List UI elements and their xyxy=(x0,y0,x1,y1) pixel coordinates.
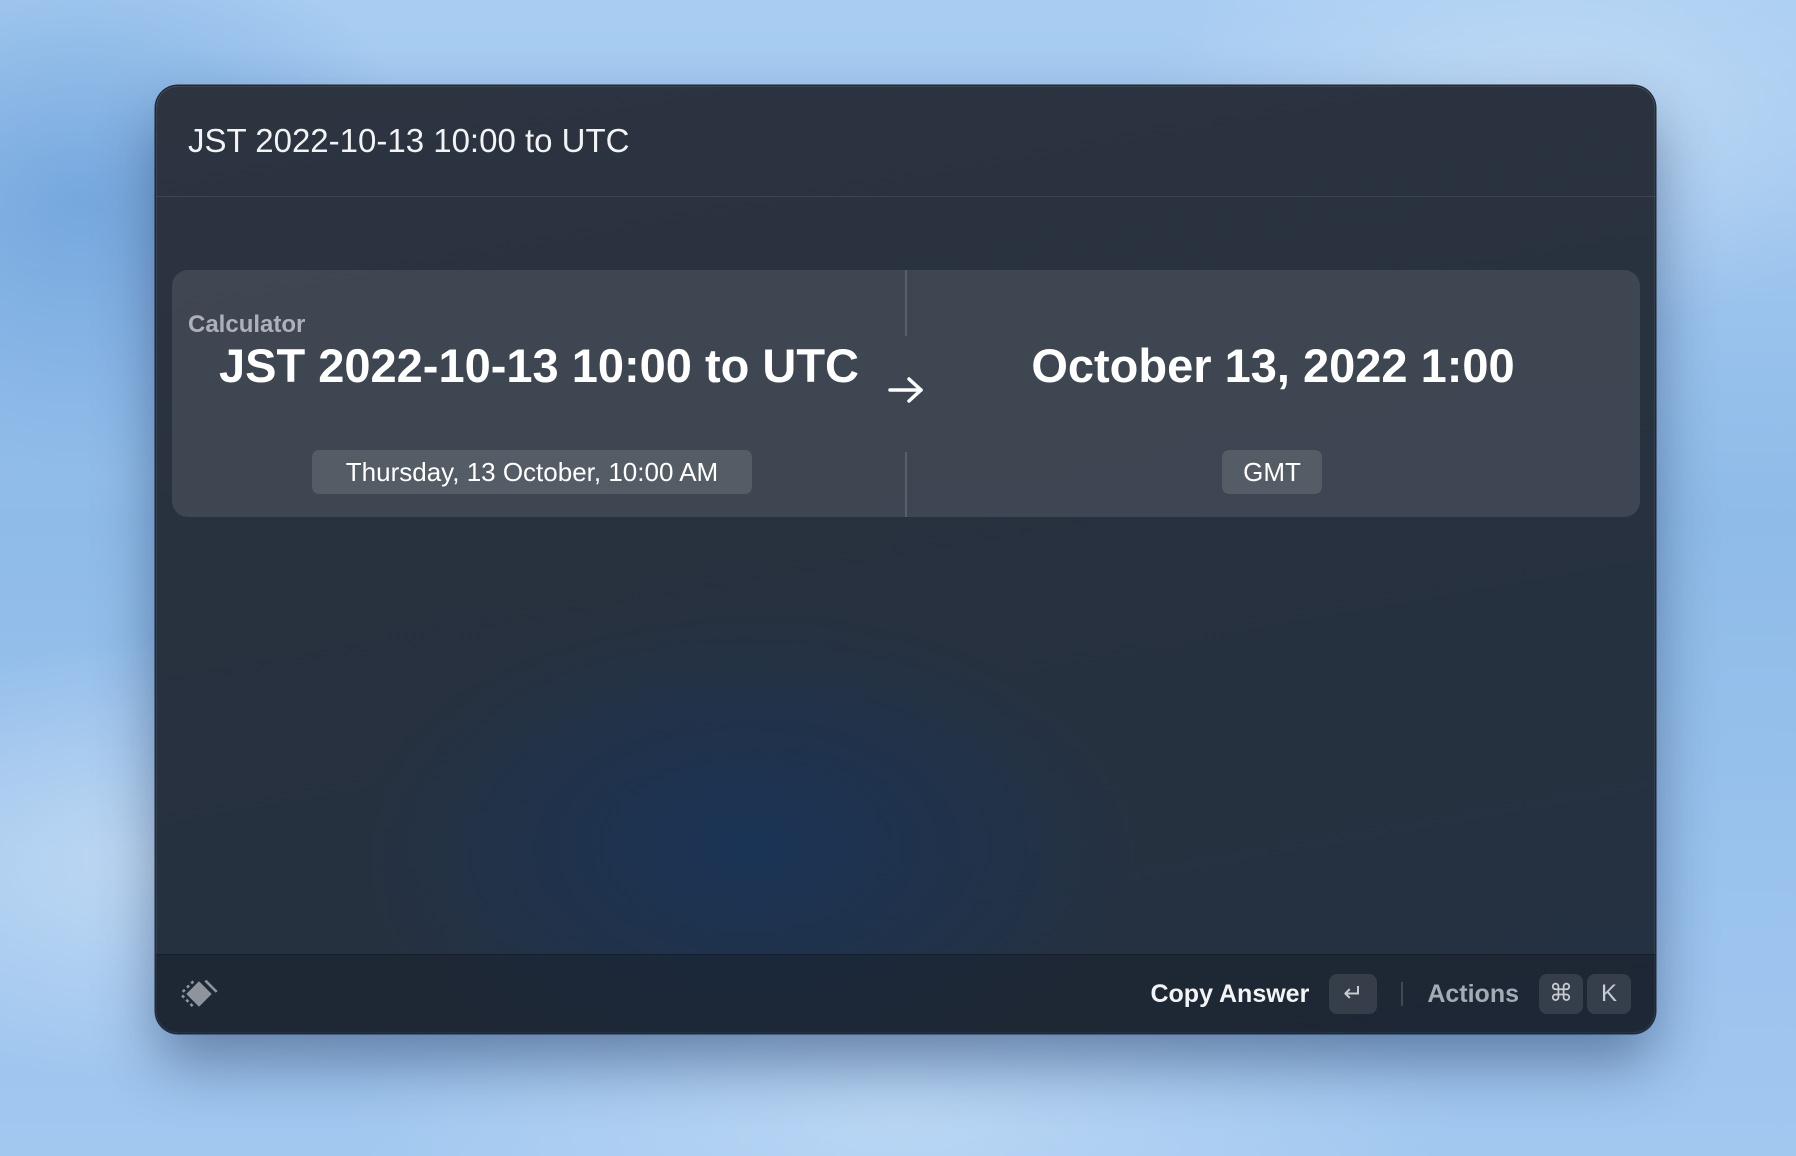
calculator-output-detail: GMT xyxy=(1222,450,1322,494)
launcher-window: Calculator JST 2022-10-13 10:00 to UTC T… xyxy=(156,86,1655,1033)
search-bar xyxy=(156,86,1655,197)
calculator-output-panel: October 13, 2022 1:00 GMT xyxy=(906,270,1640,517)
raycast-logo-icon xyxy=(181,979,218,1008)
calculator-input-text: JST 2022-10-13 10:00 to UTC xyxy=(218,339,859,392)
command-key-hint: ⌘ xyxy=(1539,974,1583,1014)
calculator-output-text: October 13, 2022 1:00 xyxy=(1031,339,1515,392)
calculator-result-card[interactable]: JST 2022-10-13 10:00 to UTC Thursday, 13… xyxy=(172,270,1640,517)
copy-answer-button[interactable]: Copy Answer xyxy=(1150,973,1309,1015)
footer-separator xyxy=(1401,982,1404,1006)
action-bar: Copy Answer ↵ Actions ⌘ K xyxy=(156,954,1655,1033)
calculator-input-detail: Thursday, 13 October, 10:00 AM xyxy=(312,450,752,494)
k-key-hint: K xyxy=(1587,974,1631,1014)
actions-button[interactable]: Actions xyxy=(1427,973,1519,1015)
enter-key-hint: ↵ xyxy=(1329,974,1378,1014)
calculator-input-panel: JST 2022-10-13 10:00 to UTC Thursday, 13… xyxy=(172,270,906,517)
search-input[interactable] xyxy=(188,116,1588,166)
footer-actions: Copy Answer ↵ Actions ⌘ K xyxy=(1150,973,1631,1015)
